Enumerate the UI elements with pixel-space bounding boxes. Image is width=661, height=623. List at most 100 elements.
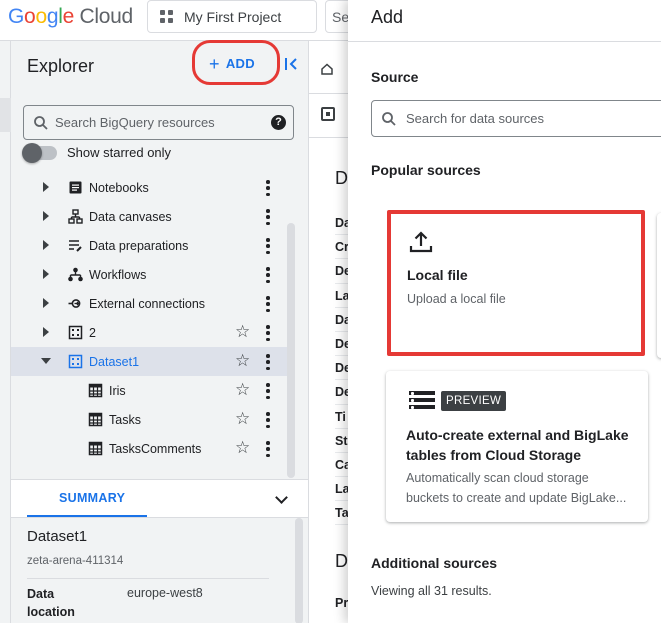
expand-arrow-icon[interactable] xyxy=(43,298,49,308)
local-file-description: Upload a local file xyxy=(407,292,506,306)
details-field-label: La xyxy=(335,477,349,502)
details-field-label: Ca xyxy=(335,453,349,478)
expand-arrow-icon[interactable] xyxy=(43,269,49,279)
tree-item-notebooks[interactable]: Notebooks xyxy=(11,173,291,202)
details-field-label: La xyxy=(335,284,349,308)
star-icon[interactable]: ☆ xyxy=(235,438,250,458)
explorer-title: Explorer xyxy=(27,56,95,76)
more-options-icon[interactable] xyxy=(266,325,270,341)
more-options-icon[interactable] xyxy=(266,180,270,196)
dataset-icon xyxy=(68,325,83,340)
biglake-description-line2: buckets to create and update BigLake... xyxy=(406,490,627,505)
table-icon xyxy=(88,383,103,398)
search-icon xyxy=(382,111,396,126)
details-pane: D DaCrDeLaDaDeDeDeTiStCaLaTa D Pr xyxy=(308,41,349,623)
collapse-panel-icon[interactable] xyxy=(283,55,303,75)
more-options-icon[interactable] xyxy=(266,209,270,225)
tree-item-data-preparations[interactable]: Data preparations xyxy=(11,231,291,260)
tree-scrollbar[interactable] xyxy=(287,223,295,478)
dataset-name: Dataset1 xyxy=(27,528,88,545)
details-field-label: St xyxy=(335,429,349,453)
expand-arrow-icon[interactable] xyxy=(43,240,49,250)
tree-item-table-iris[interactable]: Iris ☆ xyxy=(11,376,291,405)
show-starred-label: Show starred only xyxy=(67,145,172,160)
more-options-icon[interactable] xyxy=(266,296,270,312)
drawer-title: Add xyxy=(371,7,404,27)
explorer-panel: Explorer + ADD Search BigQuery resources… xyxy=(11,40,308,623)
details-field-label: Da xyxy=(335,308,349,332)
details-field-label: De xyxy=(335,356,349,381)
expand-arrow-icon[interactable] xyxy=(43,327,49,337)
details-heading: D xyxy=(335,168,348,188)
tree-item-label: 2 xyxy=(89,326,96,340)
details-separator xyxy=(309,93,349,94)
tree-item-dataset1[interactable]: Dataset1 ☆ xyxy=(11,347,291,376)
tree-item-label: Data preparations xyxy=(89,239,189,253)
collapse-arrow-icon[interactable] xyxy=(41,358,51,364)
details-field-label: De xyxy=(335,380,349,405)
logo-cloud-text: Cloud xyxy=(79,5,134,28)
connection-icon xyxy=(68,299,81,308)
plus-icon: + xyxy=(209,53,220,74)
details-field-label: Da xyxy=(335,211,349,236)
tree-item-label: External connections xyxy=(89,297,206,311)
more-options-icon[interactable] xyxy=(266,383,270,399)
nav-active-indicator[interactable] xyxy=(0,98,11,132)
source-search-input[interactable]: Search for data sources xyxy=(371,100,661,137)
tree-item-table-taskscomments[interactable]: TasksComments ☆ xyxy=(11,434,291,463)
star-icon[interactable]: ☆ xyxy=(235,380,250,400)
show-starred-toggle[interactable] xyxy=(22,142,57,163)
more-options-icon[interactable] xyxy=(266,238,270,254)
details-field-label: Ta xyxy=(335,501,349,526)
next-source-card-peek[interactable] xyxy=(657,213,661,358)
explorer-search-placeholder: Search BigQuery resources xyxy=(55,115,215,130)
source-search-placeholder: Search for data sources xyxy=(406,111,545,126)
tree-item-table-tasks[interactable]: Tasks ☆ xyxy=(11,405,291,434)
table-icon xyxy=(88,441,103,456)
expand-arrow-icon[interactable] xyxy=(43,182,49,192)
star-icon[interactable]: ☆ xyxy=(235,409,250,429)
details-field-label: Ti xyxy=(335,405,349,429)
tree-item-label: TasksComments xyxy=(109,442,202,456)
details-separator xyxy=(309,137,349,138)
tree-item-label: Data canvases xyxy=(89,210,172,224)
notebook-icon xyxy=(69,181,82,194)
summary-panel: SUMMARY Dataset1 zeta-arena-411314 Data … xyxy=(11,479,308,623)
details-field-label: De xyxy=(335,332,349,357)
biglake-description-line1: Automatically scan cloud storage xyxy=(406,471,589,485)
project-picker-button[interactable]: My First Project xyxy=(147,0,317,33)
tree-item-data-canvases[interactable]: Data canvases xyxy=(11,202,291,231)
storage-list-icon xyxy=(409,391,435,413)
table-icon xyxy=(88,412,103,427)
summary-scrollbar[interactable] xyxy=(290,518,308,623)
more-options-icon[interactable] xyxy=(266,412,270,428)
expand-arrow-icon[interactable] xyxy=(43,211,49,221)
local-file-card[interactable]: Local file Upload a local file xyxy=(387,210,645,356)
add-button-label: ADD xyxy=(225,56,255,71)
details-field-label: De xyxy=(335,259,349,284)
tree-item-label: Tasks xyxy=(109,413,141,427)
star-icon[interactable]: ☆ xyxy=(235,322,250,342)
local-file-title: Local file xyxy=(407,267,468,283)
tree-item-external-connections[interactable]: External connections xyxy=(11,289,291,318)
biglake-card[interactable]: PREVIEW Auto-create external and BigLake… xyxy=(386,371,648,522)
add-button[interactable]: + ADD xyxy=(209,53,255,74)
help-icon[interactable]: ? xyxy=(271,115,286,130)
more-options-icon[interactable] xyxy=(266,267,270,283)
explorer-search-input[interactable]: Search BigQuery resources ? xyxy=(23,105,294,140)
more-options-icon[interactable] xyxy=(266,441,270,457)
star-icon[interactable]: ☆ xyxy=(235,351,250,371)
more-options-icon[interactable] xyxy=(266,354,270,370)
details-heading-2: D xyxy=(335,551,348,571)
tree-item-label: Notebooks xyxy=(89,181,149,195)
resource-tree: Notebooks Data canvases Data preparation… xyxy=(11,173,291,463)
tree-item-dataset-2[interactable]: 2 ☆ xyxy=(11,318,291,347)
add-drawer: Add Source Search for data sources Popul… xyxy=(348,0,661,623)
data-location-value: europe-west8 xyxy=(127,586,203,600)
tab-summary[interactable]: SUMMARY xyxy=(59,491,125,505)
popular-sources-heading: Popular sources xyxy=(371,162,481,178)
chevron-down-icon[interactable] xyxy=(275,491,288,504)
home-icon[interactable] xyxy=(321,63,333,75)
tree-item-workflows[interactable]: Workflows xyxy=(11,260,291,289)
google-cloud-logo[interactable]: Google Cloud xyxy=(8,5,133,29)
